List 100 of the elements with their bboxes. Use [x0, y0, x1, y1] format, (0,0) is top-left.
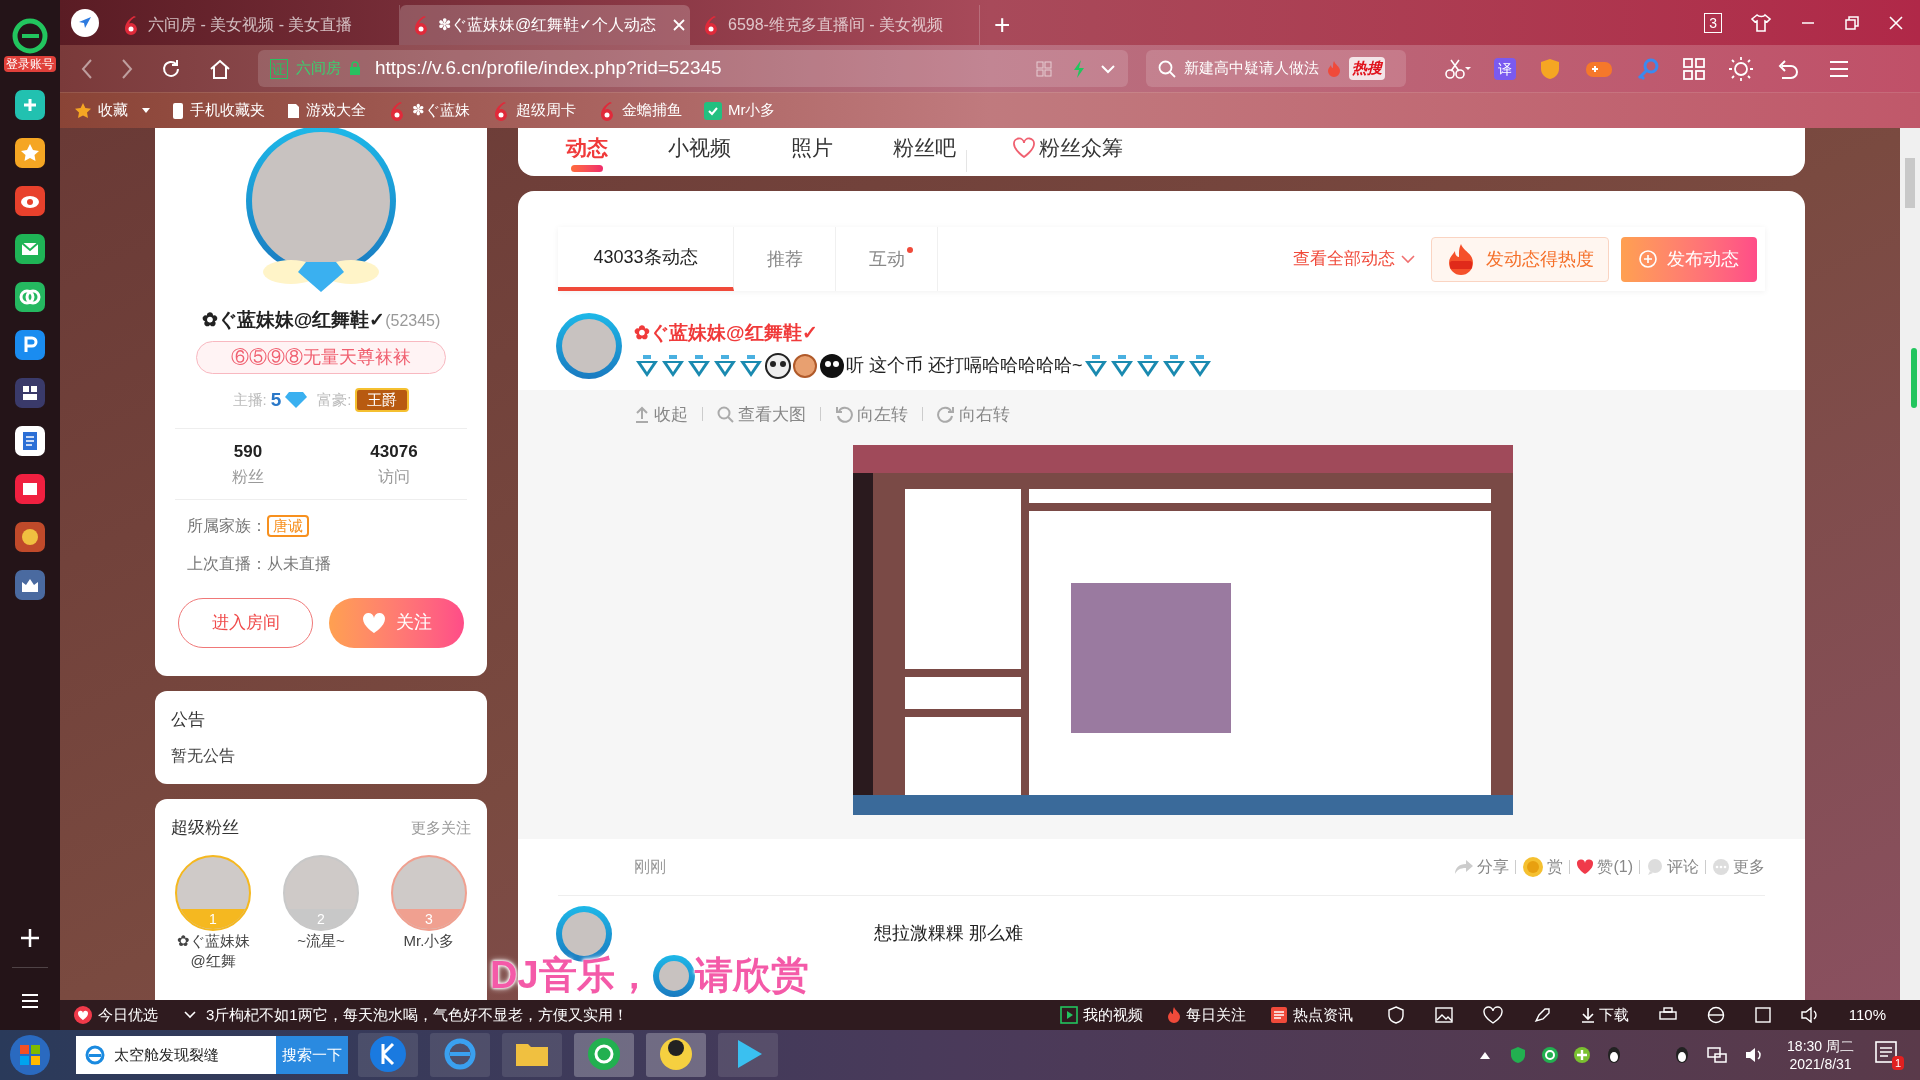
taskbar-search-field[interactable]: 太空舱发现裂缝 — [76, 1036, 276, 1074]
document-icon[interactable] — [15, 426, 45, 456]
image-icon[interactable] — [1434, 1007, 1453, 1023]
enter-room-button[interactable]: 进入房间 — [178, 597, 313, 648]
status-link[interactable]: 我的视频 — [1059, 1003, 1143, 1027]
notification-icon[interactable] — [1874, 1040, 1898, 1064]
post-action[interactable]: 分享 — [1454, 855, 1510, 879]
taskbar-search-button[interactable]: 搜索一下 — [276, 1036, 348, 1074]
search-field[interactable]: 新建高中疑请人做法 热搜 — [1146, 50, 1406, 87]
restore-icon[interactable] — [1844, 14, 1860, 31]
fan-name[interactable]: ~流星~ — [279, 930, 363, 951]
game-icon[interactable] — [15, 522, 45, 552]
feed-tab[interactable]: 互动 — [836, 227, 938, 291]
more-follows-link[interactable]: 更多关注 — [411, 816, 471, 839]
grid-icon[interactable] — [15, 378, 45, 408]
side-handle[interactable] — [1911, 348, 1917, 408]
book-icon[interactable] — [15, 474, 45, 504]
leaf-icon[interactable] — [15, 282, 45, 312]
zoom-level[interactable]: 110% — [1848, 1003, 1886, 1027]
publish-button[interactable]: 发布动态 — [1621, 236, 1757, 282]
fan-name[interactable]: ✿ぐ蓝妹妹@红舞 — [171, 930, 255, 971]
tab-count-badge[interactable]: 3 — [1704, 12, 1722, 33]
nav-tab[interactable]: 粉丝众筹 — [1013, 133, 1123, 172]
castle-icon[interactable] — [15, 570, 45, 600]
bookmark-item[interactable]: ✽ぐ蓝妹 — [388, 99, 470, 122]
tray-plus-icon[interactable] — [1573, 1046, 1592, 1064]
filter-dropdown[interactable]: 查看全部动态 — [1293, 227, 1415, 291]
globe-icon[interactable] — [1706, 1006, 1725, 1024]
add-icon[interactable] — [19, 927, 41, 949]
download-button[interactable]: 下载 — [1580, 1003, 1629, 1027]
bookmark-item[interactable]: Mr小多 — [704, 99, 776, 122]
window-icon[interactable] — [1754, 1007, 1771, 1023]
image-tool-button[interactable]: 向左转 — [835, 401, 908, 427]
tray-arrow-icon[interactable] — [1479, 1050, 1492, 1060]
news-ticker-link[interactable]: 3斤枸杞不如1两它，每天泡水喝，气色好不显老，方便又实用！ — [206, 1003, 628, 1027]
navigation-icon[interactable] — [70, 8, 100, 38]
post-action[interactable]: 赏 — [1522, 855, 1564, 879]
bookmark-item[interactable]: 游戏大全 — [287, 99, 366, 122]
nav-tab[interactable]: 动态 — [566, 133, 608, 172]
start-button-icon[interactable] — [8, 1033, 52, 1077]
image-tool-button[interactable]: 向右转 — [937, 401, 1010, 427]
heat-button[interactable]: 发动态得热度 — [1431, 236, 1609, 282]
tray-browser-icon[interactable] — [1541, 1046, 1560, 1064]
new-tab-button[interactable]: + — [980, 7, 1025, 43]
printer-icon[interactable] — [1658, 1007, 1677, 1023]
translate-button[interactable]: 译 — [1494, 57, 1516, 80]
bookmark-item[interactable]: 收藏 — [74, 99, 150, 122]
scrollbar[interactable] — [1900, 128, 1920, 1000]
nav-tab[interactable]: 粉丝吧 — [893, 133, 956, 172]
home-icon[interactable] — [208, 57, 232, 80]
list-icon[interactable] — [20, 992, 40, 1010]
forward-icon[interactable] — [120, 57, 134, 80]
clock-date[interactable]: 2021/8/31 — [1789, 1055, 1852, 1073]
address-field[interactable]: 证 六间房 https://v.6.cn/profile/index.php?rid=52345 — [258, 50, 1128, 87]
image-tool-button[interactable]: 收起 — [634, 401, 688, 427]
feed-tab[interactable]: 推荐 — [734, 227, 836, 291]
p-letter-icon[interactable] — [15, 330, 45, 360]
feed-tab[interactable]: 43033条动态 — [558, 227, 734, 291]
tray-shield-icon[interactable] — [1509, 1046, 1528, 1064]
plus-icon[interactable] — [15, 90, 45, 120]
eye-icon[interactable] — [15, 186, 45, 216]
browser-tab[interactable]: ✽ぐ蓝妹妹@红舞鞋✓个人动态 — [400, 5, 690, 45]
post-author[interactable]: ✿ぐ蓝妹妹@红舞鞋✓ — [634, 319, 818, 348]
follow-button[interactable]: 关注 — [329, 597, 464, 648]
browser-logo-icon[interactable] — [12, 18, 48, 54]
bookmark-item[interactable]: 超级周卡 — [492, 99, 576, 122]
hot-search-label[interactable]: 热搜 — [1349, 57, 1385, 80]
status-link[interactable]: 每日关注 — [1166, 1003, 1246, 1027]
login-button[interactable]: 登录账号 — [4, 56, 56, 72]
bookmark-item[interactable]: 手机收藏夹 — [172, 99, 265, 122]
image-tool-button[interactable]: 查看大图 — [717, 401, 806, 427]
close-icon[interactable] — [1888, 14, 1904, 31]
screenshot-image[interactable] — [853, 445, 1513, 815]
k-logo-icon[interactable] — [356, 1032, 420, 1078]
sun-icon[interactable] — [1728, 55, 1754, 82]
network-icon[interactable] — [1707, 1046, 1728, 1064]
mail-icon[interactable] — [15, 234, 45, 264]
fan-name[interactable]: Mr.小多 — [387, 930, 471, 951]
nav-tab[interactable]: 小视频 — [668, 133, 731, 172]
back-icon[interactable] — [80, 57, 94, 80]
close-icon[interactable] — [672, 18, 687, 32]
nav-tab[interactable]: 照片 — [791, 133, 833, 172]
status-link[interactable]: 热点资讯 — [1269, 1003, 1353, 1027]
menu-icon[interactable] — [1828, 59, 1850, 78]
cartoon-icon[interactable] — [644, 1032, 708, 1078]
caret-icon[interactable] — [1100, 63, 1116, 74]
post-action[interactable]: 更多 — [1712, 855, 1765, 879]
shield-icon[interactable] — [1386, 1006, 1405, 1024]
clock-time[interactable]: 18:30 周二 — [1787, 1037, 1854, 1055]
post-action[interactable]: 赞(1) — [1576, 855, 1633, 879]
bookmark-item[interactable]: 金蟾捕鱼 — [598, 99, 682, 122]
post-action[interactable]: 评论 — [1646, 855, 1699, 879]
today-picks-button[interactable]: 今日优选 — [74, 1003, 158, 1027]
folder-icon[interactable] — [500, 1032, 564, 1078]
scissors-icon[interactable] — [1444, 57, 1472, 80]
play-icon[interactable] — [716, 1032, 780, 1078]
browser-logo-icon[interactable] — [572, 1032, 636, 1078]
internet-explorer-icon[interactable] — [428, 1032, 492, 1078]
reload-icon[interactable] — [160, 57, 182, 80]
rocket-icon[interactable] — [1532, 1006, 1551, 1024]
